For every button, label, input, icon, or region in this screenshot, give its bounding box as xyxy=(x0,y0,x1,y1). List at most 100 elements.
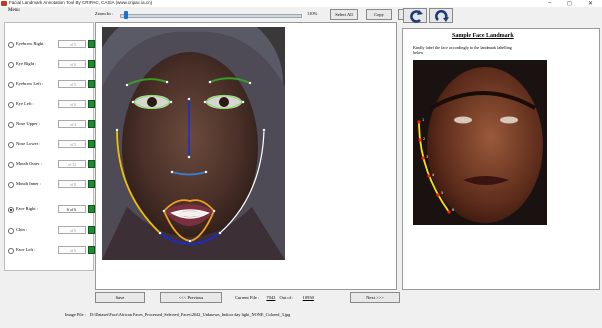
total-files: 10930 xyxy=(302,295,314,300)
landmark-count-field[interactable]: of 5 xyxy=(58,40,86,48)
zoom-label: Zoom In : xyxy=(95,11,113,16)
landmark-count: of 5 xyxy=(69,229,76,233)
landmark-row[interactable]: Eyebrow Right : of 5 xyxy=(8,40,95,50)
landmark-radio[interactable] xyxy=(8,142,14,148)
landmark-name: Nose Lower : xyxy=(16,141,41,146)
landmark-count: of 4 xyxy=(69,123,76,127)
landmark-name: Eye Right : xyxy=(16,61,37,66)
landmark-radio[interactable] xyxy=(8,122,14,128)
sample-note: Kindly label the face accordingly to the… xyxy=(413,45,512,55)
current-file-label: Current File : xyxy=(235,295,260,300)
landmark-row[interactable]: Eye Right : of 6 xyxy=(8,60,95,70)
title-bar: Facial Landmark Annotation Tool By CRIPA… xyxy=(0,0,602,7)
window-title: Facial Landmark Annotation Tool By CRIPA… xyxy=(9,0,153,5)
landmark-count: of 12 xyxy=(68,163,76,167)
landmark-count: of 6 xyxy=(69,103,76,107)
landmark-row[interactable]: Mouth Inner : of 8 xyxy=(8,180,95,190)
landmark-count-field[interactable]: of 5 xyxy=(58,80,86,88)
svg-text:2: 2 xyxy=(423,137,425,141)
copy-button[interactable]: Copy xyxy=(366,9,392,20)
svg-text:5: 5 xyxy=(441,191,443,195)
svg-text:1: 1 xyxy=(422,118,424,122)
landmark-count: of 5 xyxy=(69,143,76,147)
landmark-count: of 6 xyxy=(69,208,76,212)
landmark-radio[interactable] xyxy=(8,228,14,234)
landmark-complete-indicator xyxy=(88,180,95,188)
landmark-radio[interactable] xyxy=(8,62,14,68)
landmark-count-field[interactable]: of 4 xyxy=(58,120,86,128)
landmark-count-field[interactable]: of 6 xyxy=(58,60,86,68)
next-button[interactable]: Next >>> xyxy=(350,292,400,303)
landmark-name: Mouth Inner : xyxy=(16,181,41,186)
zoom-value: 110% xyxy=(307,11,318,16)
landmark-current-count: 6 xyxy=(67,208,70,212)
landmark-count-field[interactable]: of 8 xyxy=(58,180,86,188)
landmark-row[interactable]: Eye Left : of 6 xyxy=(8,100,95,110)
landmark-name: Eyebrow Left : xyxy=(16,81,44,86)
select-all-button[interactable]: Select All xyxy=(330,9,358,20)
forward-arrow-icon xyxy=(435,9,449,22)
landmark-count-field[interactable]: of 6 xyxy=(58,246,86,254)
back-arrow-icon xyxy=(410,10,423,23)
zoom-slider-thumb[interactable] xyxy=(123,11,128,19)
landmark-name: Eye Left : xyxy=(16,101,34,106)
landmark-complete-indicator xyxy=(88,40,95,48)
close-button[interactable]: ✕ xyxy=(588,0,593,7)
landmark-radio[interactable] xyxy=(8,207,14,213)
sample-face-image: 123 456 xyxy=(413,60,547,225)
landmark-radio[interactable] xyxy=(8,42,14,48)
save-button[interactable]: Save xyxy=(95,292,145,303)
landmark-radio[interactable] xyxy=(8,82,14,88)
landmark-name: Face Right : xyxy=(16,206,38,211)
previous-button[interactable]: <<< Previous xyxy=(160,292,222,303)
annotated-face-image[interactable] xyxy=(102,27,285,260)
landmark-count: of 8 xyxy=(69,183,76,187)
zoom-slider-track[interactable] xyxy=(120,14,302,18)
landmark-radio[interactable] xyxy=(8,102,14,108)
landmark-row[interactable]: Nose Lower : of 5 xyxy=(8,140,95,150)
forward-button[interactable] xyxy=(429,8,453,23)
landmark-radio[interactable] xyxy=(8,182,14,188)
landmark-complete-indicator xyxy=(88,120,95,128)
landmark-name: Chin : xyxy=(16,227,28,232)
minimize-button[interactable]: – xyxy=(548,0,551,6)
maximize-button[interactable]: ◻ xyxy=(567,0,572,7)
out-of-label: Out of : xyxy=(279,295,294,300)
landmark-name: Face Left : xyxy=(16,247,36,252)
landmark-count-field[interactable]: of 5 xyxy=(58,226,86,234)
landmark-name: Nose Upper : xyxy=(16,121,40,126)
landmark-row[interactable]: Mouth Outer : of 12 xyxy=(8,160,95,170)
app-icon xyxy=(1,1,7,6)
landmark-count: of 5 xyxy=(69,83,76,87)
landmark-row[interactable]: Chin : of 5 xyxy=(8,226,95,236)
landmark-complete-indicator xyxy=(88,80,95,88)
landmark-count-field[interactable]: of 5 xyxy=(58,140,86,148)
landmark-row[interactable]: Face Right : 6 of 6 xyxy=(8,205,95,215)
landmark-complete-indicator xyxy=(88,226,95,234)
landmark-row[interactable]: Nose Upper : of 4 xyxy=(8,120,95,130)
back-button[interactable] xyxy=(403,8,427,23)
landmark-count-field[interactable]: of 12 xyxy=(58,160,86,168)
svg-text:3: 3 xyxy=(426,155,428,159)
landmark-name: Mouth Outer : xyxy=(16,161,42,166)
sample-title: Sample Face Landmark xyxy=(452,33,514,39)
landmark-row[interactable]: Face Left : of 6 xyxy=(8,246,95,256)
menu-label[interactable]: Menu xyxy=(8,8,20,13)
landmark-row[interactable]: Eyebrow Left : of 5 xyxy=(8,80,95,90)
landmark-radio[interactable] xyxy=(8,248,14,254)
image-file-info: Image File : D:\Dataset\Face\African Fac… xyxy=(65,312,290,317)
landmark-complete-indicator xyxy=(88,60,95,68)
svg-text:6: 6 xyxy=(452,208,454,212)
landmark-count: of 6 xyxy=(69,249,76,253)
landmark-count-field[interactable]: of 6 xyxy=(58,100,86,108)
landmark-complete-indicator xyxy=(88,160,95,168)
landmark-count-field[interactable]: 6 of 6 xyxy=(58,205,86,213)
landmark-complete-indicator xyxy=(88,140,95,148)
landmark-radio[interactable] xyxy=(8,162,14,168)
image-file-label: Image File : xyxy=(65,312,86,317)
image-file-path: D:\Dataset\Face\African Faces_Processed_… xyxy=(89,312,291,317)
file-counter: Current File : 7042 Out of : 10930 xyxy=(235,295,314,300)
landmark-name: Eyebrow Right : xyxy=(16,41,46,46)
landmark-complete-indicator xyxy=(88,246,95,254)
landmark-complete-indicator xyxy=(88,100,95,108)
